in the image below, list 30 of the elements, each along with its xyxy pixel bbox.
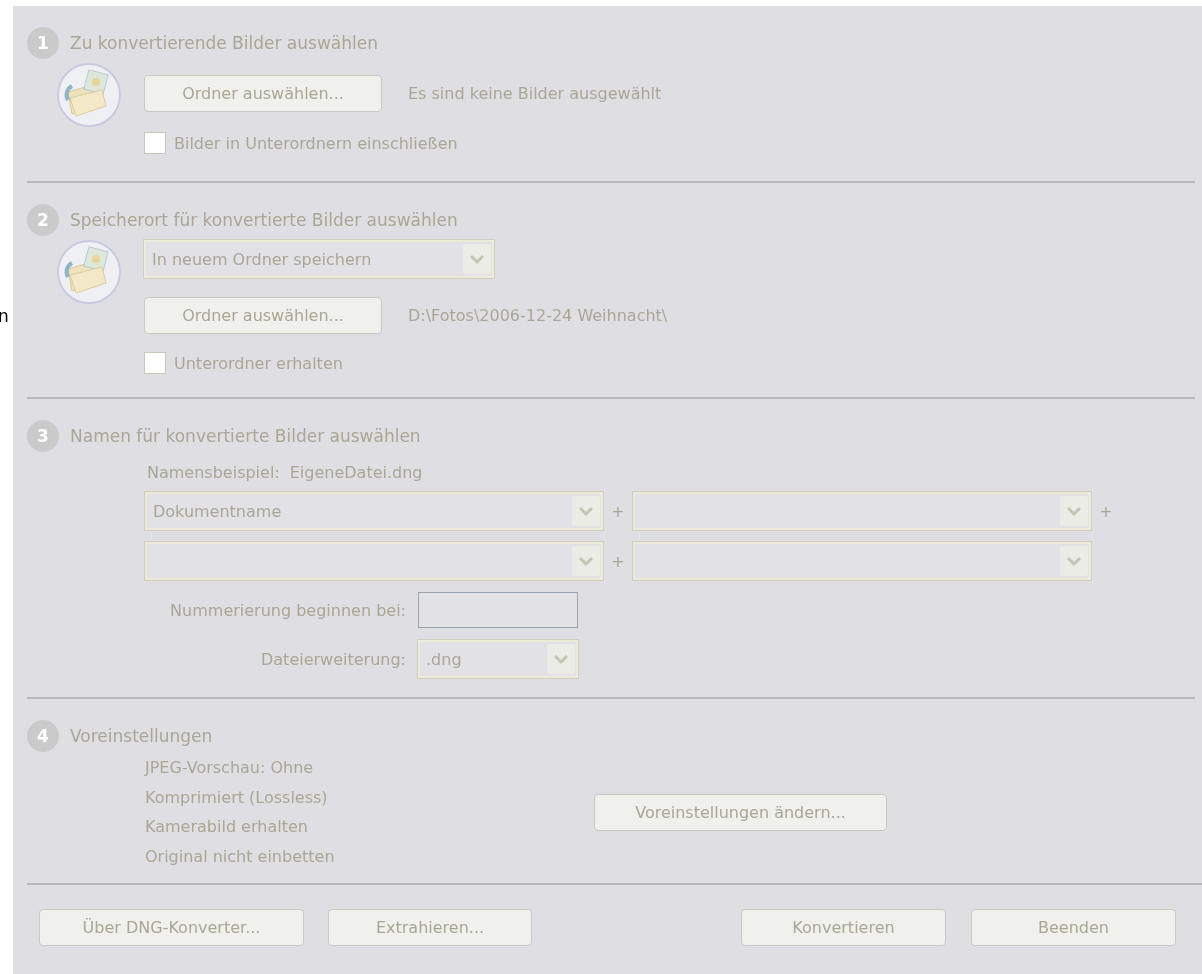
cut-off-text: n [0,306,9,326]
checkbox[interactable] [144,352,166,374]
preference-line: Original nicht einbetten [145,845,336,868]
chevron-down-icon[interactable] [546,643,576,675]
chevron-down-icon[interactable] [1059,545,1089,577]
checkbox-label: Bilder in Unterordnern einschließen [174,133,458,153]
chevron-down-icon[interactable] [462,243,492,275]
chevron-down-icon[interactable] [571,495,601,527]
preference-line: Komprimiert (Lossless) [145,786,329,809]
plus-sign: + [610,501,626,521]
name-example-label: Namensbeispiel: [147,463,280,482]
extension-label: Dateierweiterung: [260,649,407,669]
checkbox-label: Unterordner erhalten [174,353,343,373]
numbering-label: Nummerierung beginnen bei: [169,600,407,620]
section-title: Speicherort für konvertierte Bilder auswählen [70,210,458,230]
folder-photo-icon [55,62,124,130]
section-title: Zu konvertierende Bilder auswählen [70,33,378,53]
folder-photo-icon [55,239,124,307]
output-path: D:\Fotos\2006-12-24 Weihnacht\ [408,306,668,325]
preference-line: Kamerabild erhalten [145,816,309,838]
plus-sign: + [1098,501,1114,521]
plus-sign: + [610,551,626,571]
chevron-down-icon[interactable] [1059,495,1089,527]
preference-line: JPEG-Vorschau: Ohne [145,757,315,779]
chevron-down-icon[interactable] [571,545,601,577]
checkbox[interactable] [144,132,166,154]
section-title: Voreinstellungen [70,726,213,746]
section-title: Namen für konvertierte Bilder auswählen [70,426,421,446]
name-example-value: EigeneDatei.dng [289,463,423,482]
selection-status: Es sind keine Bilder ausgewählt [408,84,662,103]
